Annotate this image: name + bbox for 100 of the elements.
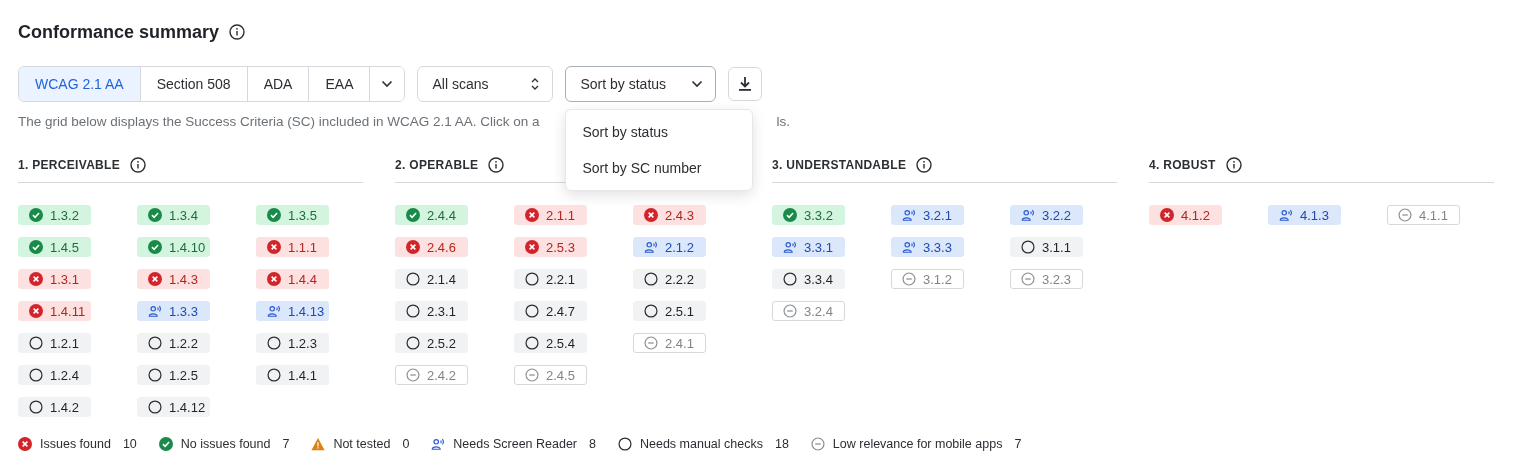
legend-label: Needs Screen Reader — [453, 437, 577, 451]
criterion-chip[interactable]: 1.4.11 — [18, 301, 91, 321]
circle-icon — [406, 304, 420, 318]
section-title: 1. PERCEIVABLE — [18, 158, 120, 172]
criterion-chip[interactable]: 1.3.4 — [137, 205, 210, 225]
circle-icon — [267, 368, 281, 382]
info-icon[interactable] — [916, 157, 933, 173]
criterion-chip[interactable]: 2.3.1 — [395, 301, 468, 321]
criterion-chip[interactable]: 1.3.3 — [137, 301, 210, 321]
criterion-chip[interactable]: 2.1.2 — [633, 237, 706, 257]
criterion-chip[interactable]: 2.5.1 — [633, 301, 706, 321]
minus-circle-icon — [902, 272, 916, 286]
criterion-chip[interactable]: 4.1.3 — [1268, 205, 1341, 225]
circle-icon — [783, 272, 797, 286]
criterion-chip[interactable]: 2.4.1 — [633, 333, 706, 353]
criterion-chip[interactable]: 1.4.3 — [137, 269, 210, 289]
criterion-chip[interactable]: 2.4.5 — [514, 365, 587, 385]
chevron-down-icon — [691, 80, 704, 88]
criterion-chip[interactable]: 4.1.2 — [1149, 205, 1222, 225]
circle-icon — [617, 437, 632, 451]
criterion-chip[interactable]: 2.5.4 — [514, 333, 587, 353]
sort-option[interactable]: Sort by status — [566, 114, 753, 150]
criterion-chip[interactable]: 3.1.2 — [891, 269, 964, 289]
info-icon[interactable] — [488, 157, 505, 173]
criterion-chip[interactable]: 1.4.12 — [137, 397, 210, 417]
criterion-chip[interactable]: 2.1.4 — [395, 269, 468, 289]
circle-icon — [525, 336, 539, 350]
description-text: ls. — [776, 114, 790, 131]
circle-icon — [644, 304, 658, 318]
criterion-chip[interactable]: 2.5.3 — [514, 237, 587, 257]
sort-select[interactable]: Sort by status — [565, 66, 717, 102]
circle-icon — [525, 272, 539, 286]
criterion-chip[interactable]: 3.2.4 — [772, 301, 845, 321]
criterion-chip[interactable]: 3.3.3 — [891, 237, 964, 257]
download-icon — [738, 76, 753, 92]
description-text: The grid below displays the Success Criteria (SC) included in WCAG 2.1 AA. Click on a — [18, 114, 540, 131]
criterion-chip[interactable]: 2.1.1 — [514, 205, 587, 225]
x-circle-icon — [18, 437, 32, 451]
criterion-chip[interactable]: 2.2.2 — [633, 269, 706, 289]
info-icon[interactable] — [229, 24, 246, 40]
x-circle-icon — [644, 208, 658, 222]
criterion-chip[interactable]: 3.2.3 — [1010, 269, 1083, 289]
section-title: 4. ROBUST — [1149, 158, 1216, 172]
criterion-chip[interactable]: 1.4.10 — [137, 237, 210, 257]
scan-select[interactable]: All scans — [417, 66, 554, 102]
criterion-chip[interactable]: 3.3.2 — [772, 205, 845, 225]
check-circle-icon — [29, 208, 43, 222]
criterion-chip[interactable]: 1.3.5 — [256, 205, 329, 225]
person-sound-icon — [644, 240, 658, 254]
legend-label: No issues found — [180, 437, 271, 451]
criterion-chip[interactable]: 3.2.2 — [1010, 205, 1083, 225]
criterion-chip[interactable]: 1.4.4 — [256, 269, 329, 289]
circle-icon — [148, 400, 162, 414]
x-circle-icon — [525, 240, 539, 254]
criterion-chip[interactable]: 2.4.6 — [395, 237, 468, 257]
sort-option[interactable]: Sort by SC number — [566, 150, 753, 186]
x-circle-icon — [1160, 208, 1174, 222]
criterion-chip[interactable]: 2.4.7 — [514, 301, 587, 321]
legend-count: 0 — [402, 437, 410, 451]
download-button[interactable] — [728, 67, 763, 101]
circle-icon — [148, 368, 162, 382]
x-circle-icon — [29, 304, 43, 318]
person-sound-icon — [783, 240, 797, 254]
person-sound-icon — [1021, 208, 1035, 222]
criterion-chip[interactable]: 1.3.2 — [18, 205, 91, 225]
criterion-chip[interactable]: 1.2.3 — [256, 333, 329, 353]
x-circle-icon — [406, 240, 420, 254]
criterion-chip[interactable]: 1.2.4 — [18, 365, 91, 385]
criterion-chip[interactable]: 3.1.1 — [1010, 237, 1083, 257]
criterion-chip[interactable]: 3.3.1 — [772, 237, 845, 257]
x-circle-icon — [148, 272, 162, 286]
criterion-chip[interactable]: 2.2.1 — [514, 269, 587, 289]
check-circle-icon — [148, 240, 162, 254]
criterion-chip[interactable]: 2.4.2 — [395, 365, 468, 385]
info-icon[interactable] — [1225, 157, 1242, 173]
x-circle-icon — [267, 240, 281, 254]
up-down-chevron-icon — [530, 77, 541, 91]
criterion-chip[interactable]: 3.2.1 — [891, 205, 964, 225]
criterion-chip[interactable]: 1.4.1 — [256, 365, 329, 385]
criterion-chip[interactable]: 1.2.1 — [18, 333, 91, 353]
criterion-chip[interactable]: 1.2.5 — [137, 365, 210, 385]
circle-icon — [29, 336, 43, 350]
circle-icon — [1021, 240, 1035, 254]
standard-tab[interactable]: WCAG 2.1 AA — [19, 67, 141, 101]
criterion-chip[interactable]: 1.3.1 — [18, 269, 91, 289]
circle-icon — [406, 336, 420, 350]
criterion-chip[interactable]: 1.4.5 — [18, 237, 91, 257]
info-icon[interactable] — [130, 157, 146, 173]
criterion-chip[interactable]: 4.1.1 — [1387, 205, 1460, 225]
criterion-chip[interactable]: 2.5.2 — [395, 333, 468, 353]
page-title: Conformance summary — [18, 21, 220, 43]
criterion-chip[interactable]: 1.4.2 — [18, 397, 91, 417]
legend-label: Low relevance for mobile apps — [832, 437, 1003, 451]
legend-count: 18 — [774, 437, 789, 451]
criterion-chip[interactable]: 2.4.4 — [395, 205, 468, 225]
criterion-chip[interactable]: 3.3.4 — [772, 269, 845, 289]
criterion-chip[interactable]: 1.4.13 — [256, 301, 329, 321]
criterion-chip[interactable]: 1.1.1 — [256, 237, 329, 257]
criterion-chip[interactable]: 1.2.2 — [137, 333, 210, 353]
criterion-chip[interactable]: 2.4.3 — [633, 205, 706, 225]
